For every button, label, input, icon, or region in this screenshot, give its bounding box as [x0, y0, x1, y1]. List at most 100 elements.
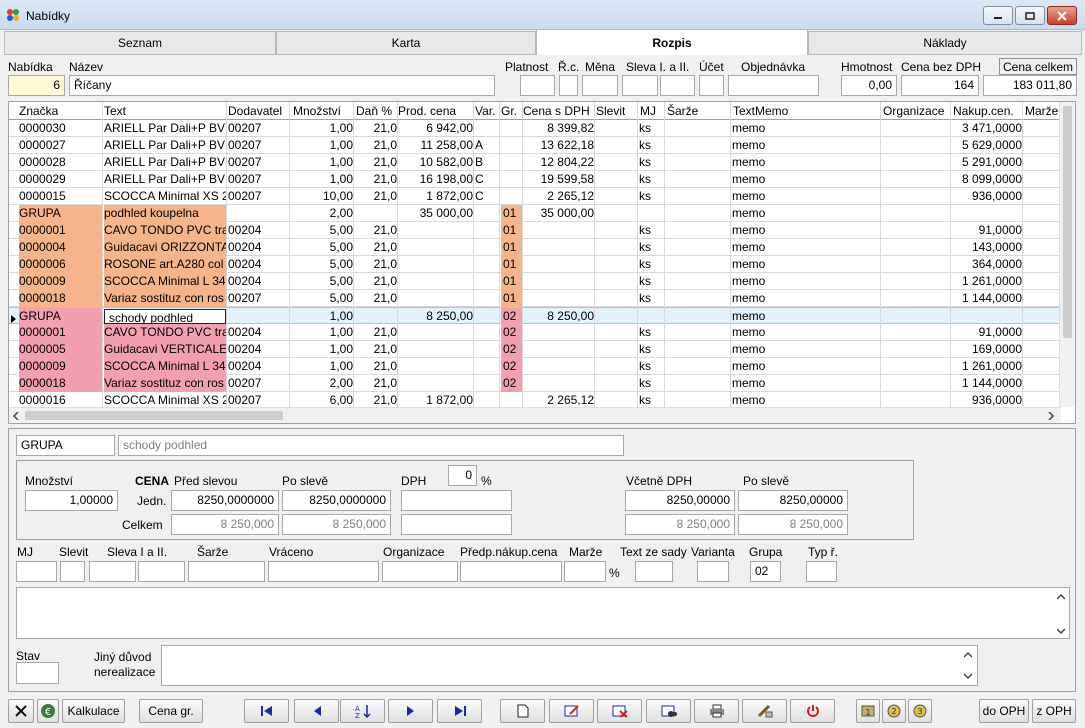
tab-naklady[interactable]: Náklady — [808, 31, 1082, 55]
column-header[interactable]: TextMemo — [733, 104, 788, 118]
column-header[interactable]: Text — [104, 104, 126, 118]
scroll-left-icon[interactable] — [12, 412, 20, 420]
table-row[interactable]: 0000009 SCOCCA Minimal L 34 00204 5,00 21,0 0… — [9, 273, 1061, 290]
ucet-field[interactable] — [699, 75, 724, 96]
table-row[interactable]: 0000018 Variaz sostituz con ros 00207 5,00 2… — [9, 290, 1061, 307]
edit-record-button[interactable] — [549, 699, 594, 723]
tab-seznam[interactable]: Seznam — [4, 31, 276, 55]
table-row[interactable]: 0000005 Guidacavi VERTICALE 00204 1,00 21,0 0… — [9, 341, 1061, 358]
column-header[interactable]: Množství — [293, 104, 341, 118]
cena-celkem-field[interactable]: 183 011,80 — [983, 75, 1077, 96]
jedn-po-field[interactable]: 8250,0000000 — [282, 490, 391, 511]
varianta-field[interactable] — [697, 561, 729, 582]
column-header[interactable]: MJ — [640, 104, 656, 118]
duvod-scroll-down-icon[interactable] — [964, 672, 972, 680]
vraceno-field[interactable] — [268, 561, 379, 582]
table-row[interactable]: 0000029 ARIELL Par Dali+P BV 00207 1,00 21,0… — [9, 171, 1061, 188]
table-row[interactable]: GRUPA podhled koupelna 2,00 35 000,00 01 35 0… — [9, 205, 1061, 222]
rc-field[interactable] — [559, 75, 578, 96]
nazev-field[interactable]: Říčany — [69, 75, 495, 96]
column-header[interactable]: Organizace — [883, 104, 944, 118]
column-header[interactable]: Daň % — [356, 104, 392, 118]
first-record-button[interactable] — [244, 699, 289, 723]
cena-celkem-button[interactable]: Cena celkem — [999, 58, 1077, 75]
euro-button[interactable]: € — [37, 699, 59, 723]
table-row[interactable]: 0000006 ROSONE art.A280 col 00204 5,00 21,0 0… — [9, 256, 1061, 273]
sleva2-detail-field[interactable] — [138, 561, 185, 582]
tab-rozpis[interactable]: Rozpis — [536, 29, 808, 55]
kalkulace-button[interactable]: Kalkulace — [62, 699, 125, 723]
minimize-button[interactable] — [983, 6, 1013, 25]
mj-field[interactable] — [16, 561, 57, 582]
nabidka-field[interactable]: 6 — [8, 75, 65, 96]
table-row[interactable]: 0000027 ARIELL Par Dali+P BV 00207 1,00 21,0… — [9, 137, 1061, 154]
sort-button[interactable]: AZ — [340, 699, 385, 723]
platnost-field[interactable] — [520, 75, 555, 96]
cena-gr-button[interactable]: Cena gr. — [139, 699, 203, 723]
next-record-button[interactable] — [388, 699, 433, 723]
column-header[interactable]: Značka — [19, 104, 58, 118]
column-header[interactable]: Slevit — [596, 104, 625, 118]
cancel-button[interactable] — [8, 699, 34, 723]
dph-field[interactable]: 0 — [448, 465, 477, 486]
cena-bez-field[interactable]: 164 — [901, 75, 979, 96]
hmotnost-field[interactable]: 0,00 — [841, 75, 897, 96]
do-oph-button[interactable]: do OPH — [979, 699, 1029, 723]
sleva2-field[interactable] — [660, 75, 695, 96]
horizontal-scrollbar[interactable] — [9, 407, 1061, 423]
jedn-pred-field[interactable]: 8250,0000000 — [171, 490, 279, 511]
vcetne-jedn-field[interactable]: 8250,00000 — [625, 490, 735, 511]
tab-karta[interactable]: Karta — [276, 31, 536, 55]
mnozstvi-field[interactable]: 1,00000 — [25, 490, 118, 511]
tools-button[interactable] — [742, 699, 787, 723]
memo-scroll-down-icon[interactable] — [1057, 627, 1065, 635]
tool-3-button[interactable]: 3 — [908, 699, 932, 723]
table-row[interactable]: 0000015 SCOCCA Minimal XS 2 00207 10,00 21,0… — [9, 188, 1061, 205]
text-ze-sady-field[interactable] — [635, 561, 673, 582]
column-header[interactable]: Gr. — [501, 104, 517, 118]
column-header[interactable]: Nakup.cen. — [953, 104, 1014, 118]
duvod-scroll-up-icon[interactable] — [964, 651, 972, 659]
hscroll-thumb[interactable] — [25, 411, 283, 420]
detail-text-field[interactable]: schody podhled — [118, 435, 624, 456]
marze-field[interactable] — [564, 561, 606, 582]
slevit-field[interactable] — [60, 561, 85, 582]
jiny-duvod-textarea[interactable] — [161, 645, 978, 686]
close-button[interactable] — [1047, 6, 1077, 25]
tool-2-button[interactable]: 2 — [882, 699, 906, 723]
table-row[interactable]: 0000028 ARIELL Par Dali+P BV 00207 1,00 21,0… — [9, 154, 1061, 171]
stav-field[interactable] — [16, 662, 59, 684]
memo-scroll-up-icon[interactable] — [1057, 593, 1065, 601]
vcetne-jedn-po-field[interactable]: 8250,00000 — [738, 490, 848, 511]
table-row[interactable]: 0000004 Guidacavi ORIZZONTA 00204 5,00 21,0 0… — [9, 239, 1061, 256]
table-row[interactable]: 0000018 Variaz sostituz con ros 00207 2,00 2… — [9, 375, 1061, 392]
table-row[interactable]: 0000001 CAVO TONDO PVC tra 00204 5,00 21,0 01… — [9, 222, 1061, 239]
column-header[interactable]: Šarže — [667, 104, 698, 118]
z-oph-button[interactable]: z OPH — [1032, 699, 1076, 723]
restore-button[interactable] — [1015, 6, 1045, 25]
organizace-field[interactable] — [382, 561, 458, 582]
prev-record-button[interactable] — [294, 699, 339, 723]
grupa-field[interactable]: 02 — [750, 561, 781, 582]
detail-znacka-field[interactable]: GRUPA — [16, 435, 115, 456]
table-row[interactable]: GRUPA schody podhled 1,00 8 250,00 02 8 250,0… — [9, 307, 1061, 325]
column-header[interactable]: Cena s DPH — [523, 104, 590, 118]
new-record-button[interactable] — [500, 699, 545, 723]
typ-field[interactable] — [806, 561, 837, 582]
search-record-button[interactable] — [646, 699, 691, 723]
scroll-right-icon[interactable] — [1047, 412, 1055, 420]
column-header[interactable]: Prod. cena — [398, 104, 456, 118]
vertical-scrollbar[interactable] — [1059, 102, 1075, 407]
table-row[interactable]: 0000030 ARIELL Par Dali+P BV 00207 1,00 21,0… — [9, 120, 1061, 137]
table-row[interactable]: 0000001 CAVO TONDO PVC tra 00204 1,00 21,0 02… — [9, 324, 1061, 341]
print-button[interactable] — [694, 699, 739, 723]
table-row[interactable]: 0000009 SCOCCA Minimal L 34 00204 1,00 21,0 0… — [9, 358, 1061, 375]
column-header[interactable]: Var. — [475, 104, 495, 118]
predp-field[interactable] — [460, 561, 562, 582]
power-button[interactable] — [790, 699, 835, 723]
sarze-field[interactable] — [188, 561, 265, 582]
memo-textarea[interactable] — [16, 587, 1070, 639]
objednavka-field[interactable] — [728, 75, 819, 96]
items-grid[interactable]: Značka Text Dodavatel Množství Daň % Prod. ce… — [8, 101, 1076, 424]
last-record-button[interactable] — [437, 699, 482, 723]
